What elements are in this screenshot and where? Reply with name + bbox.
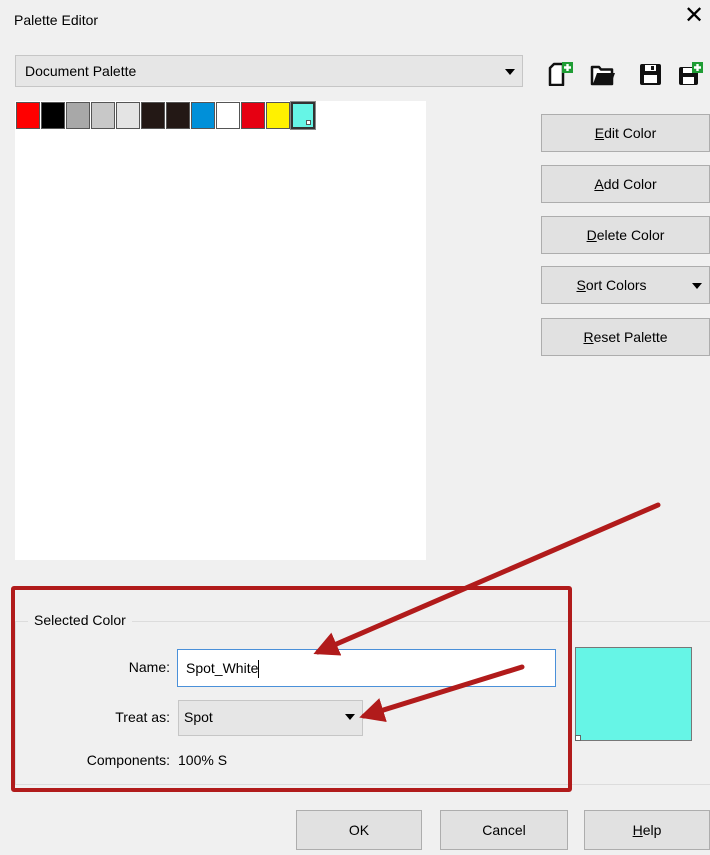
cancel-button[interactable]: Cancel bbox=[440, 810, 568, 850]
color-swatch[interactable] bbox=[16, 102, 40, 129]
dialog-title: Palette Editor bbox=[14, 12, 99, 28]
swatch-row bbox=[16, 101, 316, 130]
sort-colors-button[interactable]: Sort Colors bbox=[541, 266, 710, 304]
palette-select[interactable]: Document Palette bbox=[15, 55, 523, 87]
reset-palette-button[interactable]: Reset Palette bbox=[541, 318, 710, 356]
color-swatch[interactable] bbox=[266, 102, 290, 129]
add-color-button[interactable]: Add Color bbox=[541, 165, 710, 203]
palette-swatch-area[interactable] bbox=[15, 101, 426, 560]
spot-marker-icon bbox=[575, 735, 581, 741]
components-label: Components: bbox=[86, 752, 170, 768]
color-swatch[interactable] bbox=[116, 102, 140, 129]
color-swatch[interactable] bbox=[141, 102, 165, 129]
color-preview bbox=[575, 647, 692, 741]
treat-as-value: Spot bbox=[184, 709, 213, 725]
chevron-down-icon bbox=[505, 69, 515, 75]
treat-as-label: Treat as: bbox=[115, 709, 170, 725]
color-swatch[interactable] bbox=[216, 102, 240, 129]
open-palette-icon[interactable] bbox=[590, 62, 616, 86]
color-swatch[interactable] bbox=[166, 102, 190, 129]
components-value: 100% S bbox=[178, 752, 228, 768]
ok-button[interactable]: OK bbox=[296, 810, 422, 850]
selected-color-group-label: Selected Color bbox=[28, 612, 132, 628]
color-name-value: Spot_White bbox=[186, 660, 259, 676]
chevron-down-icon bbox=[692, 283, 702, 289]
color-swatch[interactable] bbox=[66, 102, 90, 129]
chevron-down-icon bbox=[345, 714, 355, 720]
color-swatch[interactable] bbox=[191, 102, 215, 129]
text-cursor bbox=[258, 660, 260, 679]
color-swatch[interactable] bbox=[241, 102, 265, 129]
name-label: Name: bbox=[128, 659, 170, 675]
palette-toolbar bbox=[548, 62, 706, 88]
edit-color-button[interactable]: Edit Color bbox=[541, 114, 710, 152]
save-as-palette-icon[interactable] bbox=[678, 62, 704, 86]
color-swatch[interactable] bbox=[41, 102, 65, 129]
close-icon[interactable]: ✕ bbox=[684, 2, 704, 30]
color-swatch[interactable] bbox=[290, 101, 316, 130]
help-button[interactable]: Help bbox=[584, 810, 710, 850]
save-palette-icon[interactable] bbox=[638, 62, 664, 86]
delete-color-button[interactable]: Delete Color bbox=[541, 216, 710, 254]
color-swatch[interactable] bbox=[91, 102, 115, 129]
new-palette-icon[interactable] bbox=[548, 62, 574, 86]
palette-select-value: Document Palette bbox=[25, 63, 137, 79]
color-name-input[interactable]: Spot_White bbox=[177, 649, 556, 687]
treat-as-select[interactable]: Spot bbox=[178, 700, 363, 736]
